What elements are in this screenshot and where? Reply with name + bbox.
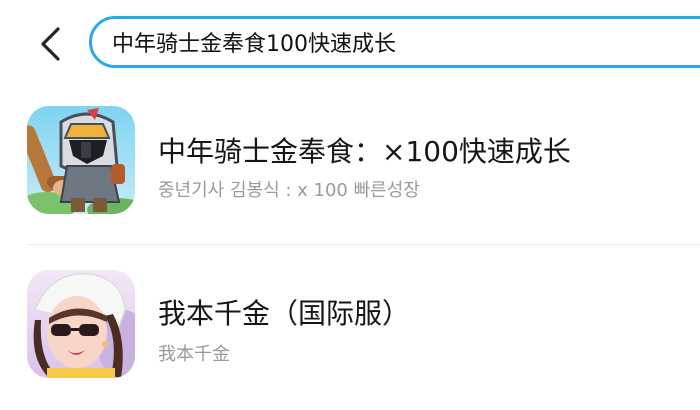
lady-with-sunglasses-game-icon (27, 270, 135, 378)
search-header (0, 0, 700, 88)
divider (27, 244, 700, 245)
back-button[interactable] (30, 22, 70, 66)
result-title: 我本千金（国际服） (158, 297, 411, 330)
search-box[interactable] (89, 16, 700, 68)
list-item[interactable]: 中年骑士金奉食：×100快速成长 중년기사 김봉식 : x 100 빠른성장 (0, 106, 700, 246)
chevron-left-icon (41, 27, 60, 61)
result-title: 中年骑士金奉食：×100快速成长 (158, 135, 571, 168)
result-subtitle: 중년기사 김봉식 : x 100 빠른성장 (158, 180, 420, 201)
search-input[interactable] (112, 29, 672, 55)
list-item[interactable]: 我本千金（国际服） 我本千金 (0, 270, 700, 410)
result-subtitle: 我本千金 (158, 344, 230, 365)
knight-game-icon (27, 106, 135, 214)
